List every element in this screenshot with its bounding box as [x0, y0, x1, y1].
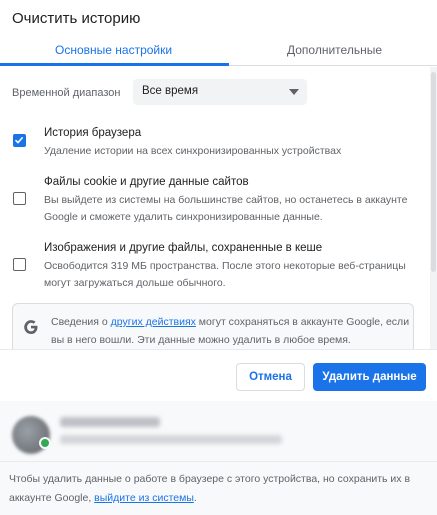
google-activity-info-box: Сведения о других действиях могут сохран… [12, 303, 414, 349]
account-name-blurred [60, 417, 160, 427]
info-text: Сведения о других действиях могут сохран… [51, 313, 411, 349]
settings-scroll-area[interactable]: Временной диапазон Все время История бра… [0, 67, 437, 349]
tab-basic-settings[interactable]: Основные настройки [55, 43, 172, 57]
option-description: Освободится 319 МБ пространства. После э… [44, 260, 406, 289]
signout-link[interactable]: выйдите из системы [94, 492, 194, 504]
cookies-checkbox[interactable] [13, 192, 26, 205]
active-tab-indicator [0, 63, 229, 66]
cancel-button[interactable]: Отмена [236, 363, 305, 391]
browsing-history-checkbox[interactable] [13, 134, 26, 147]
sync-badge-icon [39, 437, 51, 449]
dropdown-arrow-icon [289, 89, 299, 95]
option-title: Файлы cookie и другие данные сайтов [44, 176, 249, 188]
time-range-select[interactable]: Все время [133, 79, 307, 105]
time-range-label: Временной диапазон [12, 87, 121, 99]
time-range-value: Все время [142, 85, 199, 97]
option-description: Удаление истории на всех синхронизирован… [44, 145, 342, 157]
info-prefix: Сведения о [51, 316, 111, 328]
account-section: Чтобы удалить данные о работе в браузере… [0, 401, 437, 515]
option-description: Вы выйдете из системы на большинстве сай… [44, 194, 408, 223]
signout-text: Чтобы удалить данные о работе в браузере… [9, 473, 411, 504]
tab-advanced-settings[interactable]: Дополнительные [287, 43, 382, 57]
signout-suffix: . [193, 492, 197, 504]
google-g-icon [24, 320, 38, 334]
cache-checkbox[interactable] [13, 258, 26, 271]
checkmark-icon [14, 136, 24, 144]
delete-data-button[interactable]: Удалить данные [313, 363, 426, 391]
account-email-blurred [60, 435, 282, 444]
option-title: История браузера [44, 127, 142, 139]
other-activity-link[interactable]: других действиях [111, 316, 196, 328]
divider [0, 461, 437, 462]
option-title: Изображения и другие файлы, сохраненные … [44, 242, 323, 254]
signout-hint: Чтобы удалить данные о работе в браузере… [9, 470, 429, 508]
tab-bar: Основные настройки Дополнительные [0, 40, 437, 66]
dialog-footer: Отмена Удалить данные [0, 349, 437, 401]
dialog-title: Очистить историю [12, 10, 141, 27]
scrollbar-thumb[interactable] [431, 72, 436, 272]
